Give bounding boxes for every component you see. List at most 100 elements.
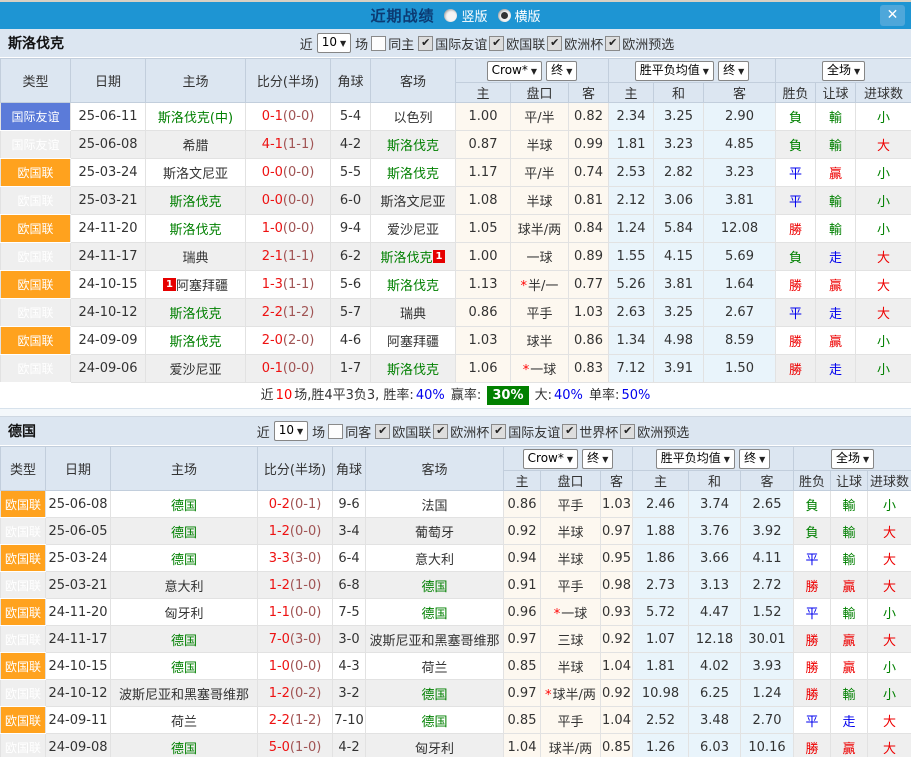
odds-home: 0.96 — [504, 599, 541, 626]
match-count-select[interactable]: 10▼ — [274, 421, 308, 441]
outcome-result: 勝 — [776, 355, 816, 383]
goals-result: 小 — [856, 327, 911, 355]
col-header-home: 主场 — [146, 59, 246, 103]
team-name-text: 德国 — [171, 526, 197, 541]
odds-handicap: 球半/两 — [541, 734, 601, 757]
full-time-score: 3-3 — [269, 551, 290, 566]
odds-final-select[interactable]: 终▼ — [546, 61, 577, 81]
avg-away: 3.92 — [741, 518, 794, 545]
handicap-result: 贏 — [831, 653, 868, 680]
avg-select[interactable]: 胜平负均值▼ — [635, 61, 714, 81]
odds-company-select[interactable]: Crow*▼ — [487, 61, 542, 81]
team-name-text: 斯洛伐克 — [387, 139, 439, 154]
competition-checkbox[interactable]: ✔国际友谊 — [491, 422, 560, 441]
full-time-score: 1-2 — [269, 524, 290, 539]
odds-home: 0.85 — [504, 653, 541, 680]
same-venue-checkbox[interactable]: 同客 — [328, 422, 371, 441]
avg-home: 1.81 — [633, 653, 689, 680]
chevron-down-icon: ▼ — [703, 67, 709, 76]
col-header-corners: 角球 — [333, 447, 366, 491]
summary-part: 50% — [621, 388, 650, 403]
match-date: 25-03-24 — [46, 545, 111, 572]
handicap-result: 贏 — [816, 271, 856, 299]
goals-result: 大 — [868, 626, 911, 653]
sub-header-avg-home: 主 — [609, 83, 654, 103]
horizontal-layout-radio[interactable] — [498, 9, 511, 22]
match-count-select[interactable]: 10▼ — [317, 33, 351, 53]
outcome-result: 勝 — [776, 271, 816, 299]
home-team: 德国 — [111, 626, 258, 653]
chevron-down-icon: ▼ — [863, 455, 869, 464]
corner-count: 7-5 — [333, 599, 366, 626]
handicap-result: 輸 — [831, 680, 868, 707]
away-team: 法国 — [366, 491, 504, 518]
red-card-badge: 1 — [433, 250, 446, 263]
match-row: 欧国联25-03-24德国3-3(3-0)6-4意大利0.94半球0.951.8… — [1, 545, 911, 572]
competition-checkbox[interactable]: ✔国际友谊 — [418, 34, 487, 53]
sub-header-odds-home: 主 — [504, 471, 541, 491]
match-row: 欧国联25-03-24斯洛文尼亚0-0(0-0)5-5斯洛伐克1.17平/半0.… — [1, 159, 911, 187]
checkbox-icon: ✔ — [433, 424, 448, 439]
avg-draw: 3.25 — [654, 103, 704, 131]
odds-handicap: 平手 — [541, 707, 601, 734]
scope-select[interactable]: 全场▼ — [831, 449, 874, 469]
avg-draw: 12.18 — [689, 626, 741, 653]
scope-header-cell: 全场▼ — [794, 447, 911, 471]
avg-draw: 3.66 — [689, 545, 741, 572]
close-button[interactable]: ✕ — [880, 5, 905, 26]
avg-away: 1.50 — [704, 355, 776, 383]
vertical-layout-label[interactable]: 竖版 — [461, 6, 487, 25]
odds-company-select[interactable]: Crow*▼ — [523, 449, 578, 469]
avg-final-select[interactable]: 终▼ — [739, 449, 770, 469]
score-cell: 0-2(0-1) — [258, 491, 333, 518]
summary-part: 40% — [416, 388, 445, 403]
odds-handicap: 平/半 — [511, 159, 569, 187]
full-time-score: 1-1 — [269, 605, 290, 620]
competition-checkbox[interactable]: ✔世界杯 — [562, 422, 618, 441]
chevron-down-icon: ▼ — [567, 455, 573, 464]
goals-result: 小 — [856, 103, 911, 131]
avg-away: 1.64 — [704, 271, 776, 299]
odds-away: 0.95 — [601, 545, 633, 572]
competition-badge: 欧国联 — [1, 243, 71, 271]
full-time-score: 4-1 — [262, 137, 283, 152]
home-team: 斯洛伐克 — [146, 327, 246, 355]
odds-final-select[interactable]: 终▼ — [582, 449, 613, 469]
near-label: 近 — [257, 422, 270, 441]
scope-select[interactable]: 全场▼ — [822, 61, 865, 81]
team-name-text: 斯洛伐克 — [387, 279, 439, 294]
match-date: 25-06-11 — [71, 103, 146, 131]
horizontal-layout-label[interactable]: 横版 — [515, 6, 541, 25]
avg-home: 1.55 — [609, 243, 654, 271]
competition-checkbox[interactable]: ✔欧洲杯 — [433, 422, 489, 441]
checkbox-label: 国际友谊 — [508, 422, 560, 441]
full-time-score: 2-1 — [262, 249, 283, 264]
vertical-layout-radio[interactable] — [444, 9, 457, 22]
same-venue-checkbox[interactable]: 同主 — [371, 34, 414, 53]
match-row: 欧国联24-10-151阿塞拜疆1-3(1-1)5-6斯洛伐克1.13*半/一0… — [1, 271, 911, 299]
chevron-down-icon: ▼ — [566, 67, 572, 76]
handicap-result: 贏 — [831, 626, 868, 653]
competition-checkbox[interactable]: ✔欧国联 — [375, 422, 431, 441]
match-row: 欧国联25-06-05德国1-2(0-0)3-4葡萄牙0.92半球0.971.8… — [1, 518, 911, 545]
match-date: 24-10-15 — [46, 653, 111, 680]
avg-final-select[interactable]: 终▼ — [718, 61, 749, 81]
competition-checkbox[interactable]: ✔欧洲预选 — [605, 34, 674, 53]
competition-badge: 国际友谊 — [1, 103, 71, 131]
odds-handicap: 平手 — [541, 491, 601, 518]
handicap-result: 輸 — [816, 103, 856, 131]
col-header-score: 比分(半场) — [246, 59, 331, 103]
competition-checkbox[interactable]: ✔欧洲杯 — [547, 34, 603, 53]
outcome-result: 負 — [776, 103, 816, 131]
competition-checkbox[interactable]: ✔欧洲预选 — [620, 422, 689, 441]
titlebar: 近期战绩 竖版 横版 ✕ — [0, 2, 911, 29]
handicap-result: 輸 — [816, 131, 856, 159]
competition-checkbox[interactable]: ✔欧国联 — [489, 34, 545, 53]
odds-away: 0.97 — [601, 518, 633, 545]
avg-select[interactable]: 胜平负均值▼ — [656, 449, 735, 469]
corner-count: 1-7 — [331, 355, 371, 383]
match-row: 欧国联24-10-12斯洛伐克2-2(1-2)5-7瑞典0.86平手1.032.… — [1, 299, 911, 327]
odds-home: 1.04 — [504, 734, 541, 757]
corner-count: 3-0 — [333, 626, 366, 653]
match-row: 欧国联24-11-17瑞典2-1(1-1)6-2斯洛伐克11.00一球0.891… — [1, 243, 911, 271]
